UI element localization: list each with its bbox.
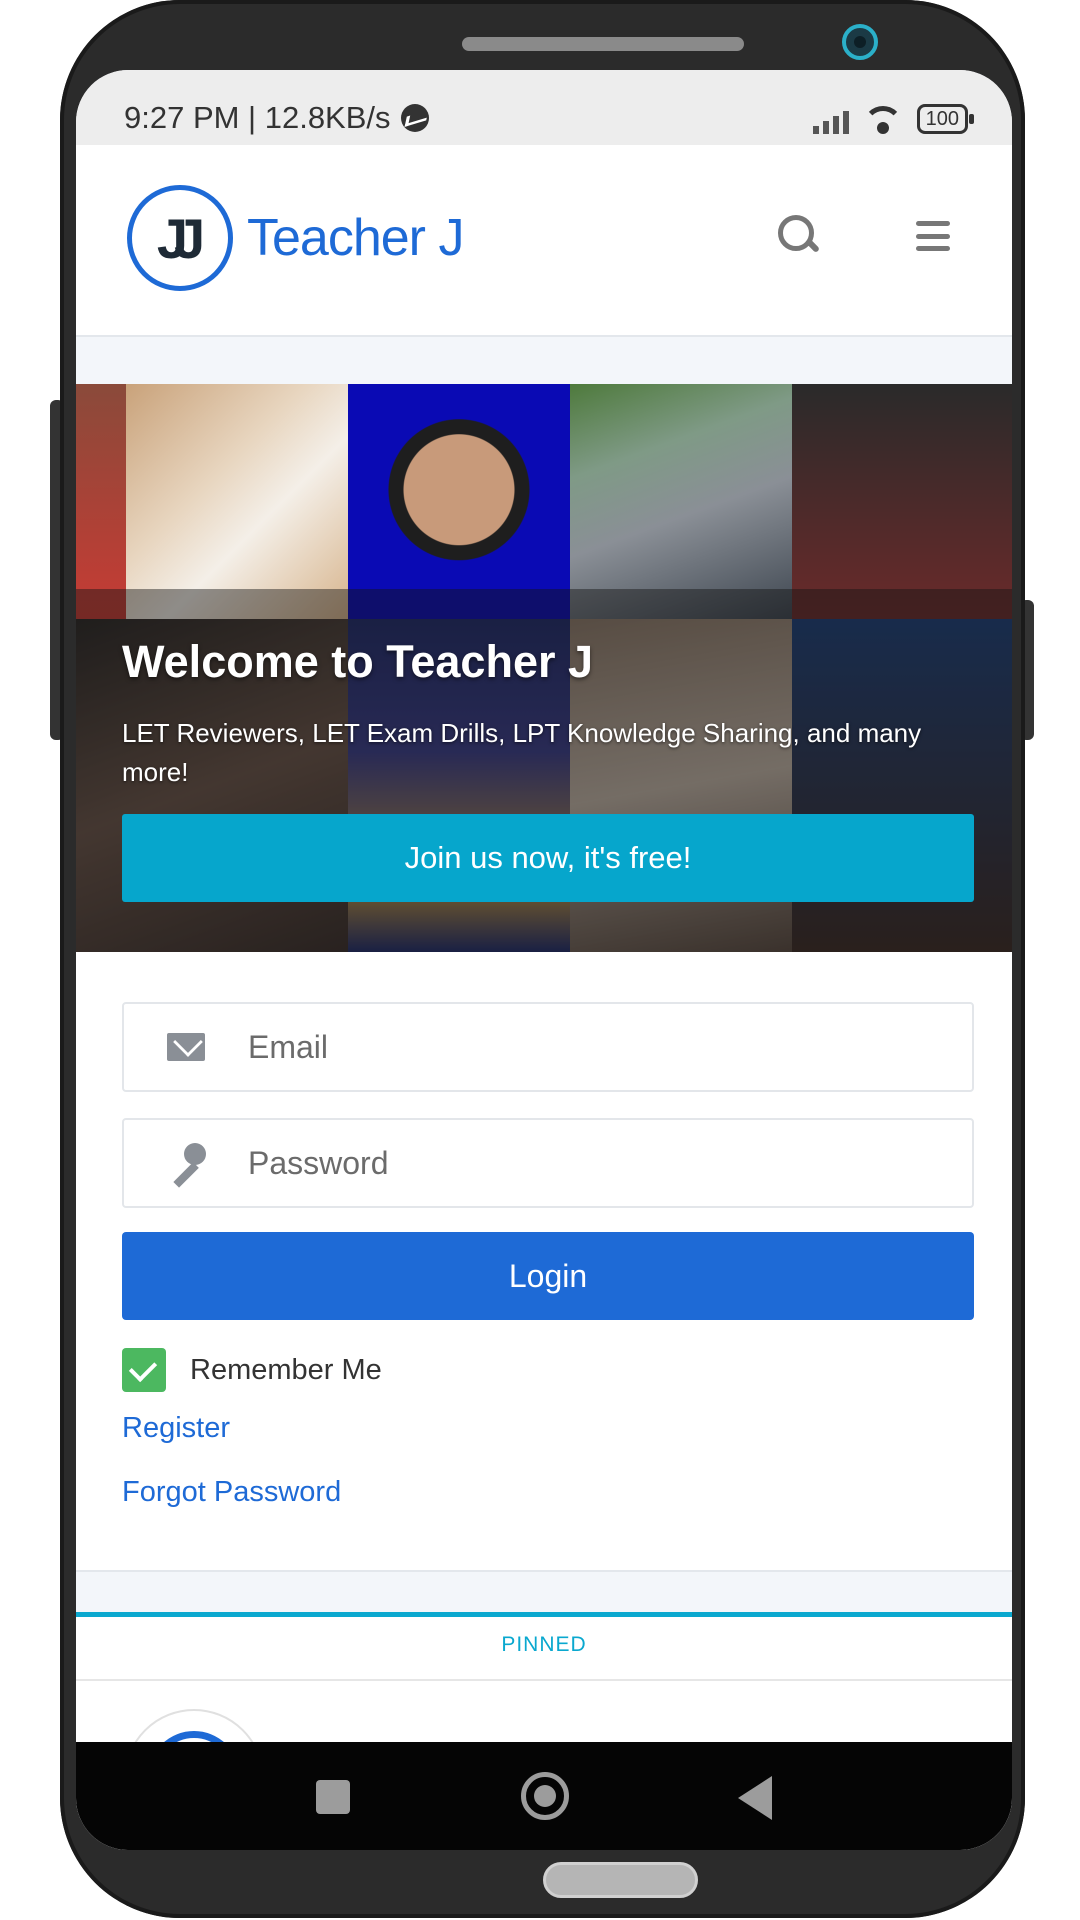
envelope-icon bbox=[167, 1033, 205, 1061]
register-link[interactable]: Register bbox=[122, 1412, 230, 1445]
home-icon[interactable] bbox=[521, 1772, 569, 1820]
photo-tile bbox=[348, 384, 570, 619]
hero-banner: Welcome to Teacher J LET Reviewers, LET … bbox=[76, 384, 1012, 952]
password-field[interactable]: Password bbox=[122, 1118, 974, 1208]
join-now-button[interactable]: Join us now, it's free! bbox=[122, 814, 974, 902]
status-left: 9:27 PM | 12.8KB/s bbox=[124, 100, 429, 136]
login-button[interactable]: Login bbox=[122, 1232, 974, 1320]
photo-tile bbox=[76, 384, 126, 619]
phone-home-pill bbox=[543, 1862, 698, 1898]
site-logo[interactable]: JJ Teacher J bbox=[127, 185, 464, 291]
remember-me-row[interactable]: Remember Me bbox=[122, 1348, 382, 1392]
search-icon[interactable] bbox=[776, 213, 822, 259]
hamburger-menu-icon[interactable] bbox=[916, 221, 950, 251]
hero-subtitle: LET Reviewers, LET Exam Drills, LPT Know… bbox=[122, 718, 922, 787]
divider bbox=[76, 1679, 1012, 1681]
front-camera bbox=[842, 24, 878, 60]
battery-icon: 100 bbox=[916, 104, 975, 134]
phone-speaker bbox=[462, 37, 744, 51]
recent-apps-icon[interactable] bbox=[316, 1780, 350, 1814]
status-bar: 9:27 PM | 12.8KB/s 100 bbox=[76, 70, 1012, 145]
photo-tile bbox=[126, 384, 348, 619]
hero-title: Welcome to Teacher J bbox=[122, 636, 594, 687]
login-form: Email Password Login Remember Me Registe… bbox=[76, 952, 1012, 1572]
key-icon bbox=[166, 1143, 206, 1183]
email-placeholder: Email bbox=[248, 1028, 329, 1065]
signal-icon bbox=[812, 108, 849, 134]
status-time: 9:27 PM | 12.8KB/s bbox=[124, 100, 391, 135]
forgot-password-link[interactable]: Forgot Password bbox=[122, 1476, 341, 1509]
android-nav-bar bbox=[76, 1742, 1012, 1850]
wifi-icon bbox=[862, 106, 903, 134]
remember-me-label[interactable]: Remember Me bbox=[190, 1354, 382, 1387]
email-field[interactable]: Email bbox=[122, 1002, 974, 1092]
remember-me-checkbox[interactable] bbox=[122, 1348, 166, 1392]
messenger-icon bbox=[400, 104, 429, 132]
brand-name: Teacher J bbox=[247, 209, 464, 267]
device-screen: 9:27 PM | 12.8KB/s 100 JJ Teacher J Welc… bbox=[76, 70, 1012, 1850]
pinned-label: PINNED bbox=[501, 1633, 587, 1656]
photo-tile bbox=[570, 384, 792, 619]
password-placeholder: Password bbox=[248, 1144, 389, 1181]
status-right: 100 bbox=[812, 104, 975, 134]
back-icon[interactable] bbox=[738, 1776, 772, 1820]
logo-mark-icon: JJ bbox=[127, 185, 233, 291]
photo-tile bbox=[792, 384, 1012, 619]
app-header: JJ Teacher J bbox=[76, 145, 1012, 337]
